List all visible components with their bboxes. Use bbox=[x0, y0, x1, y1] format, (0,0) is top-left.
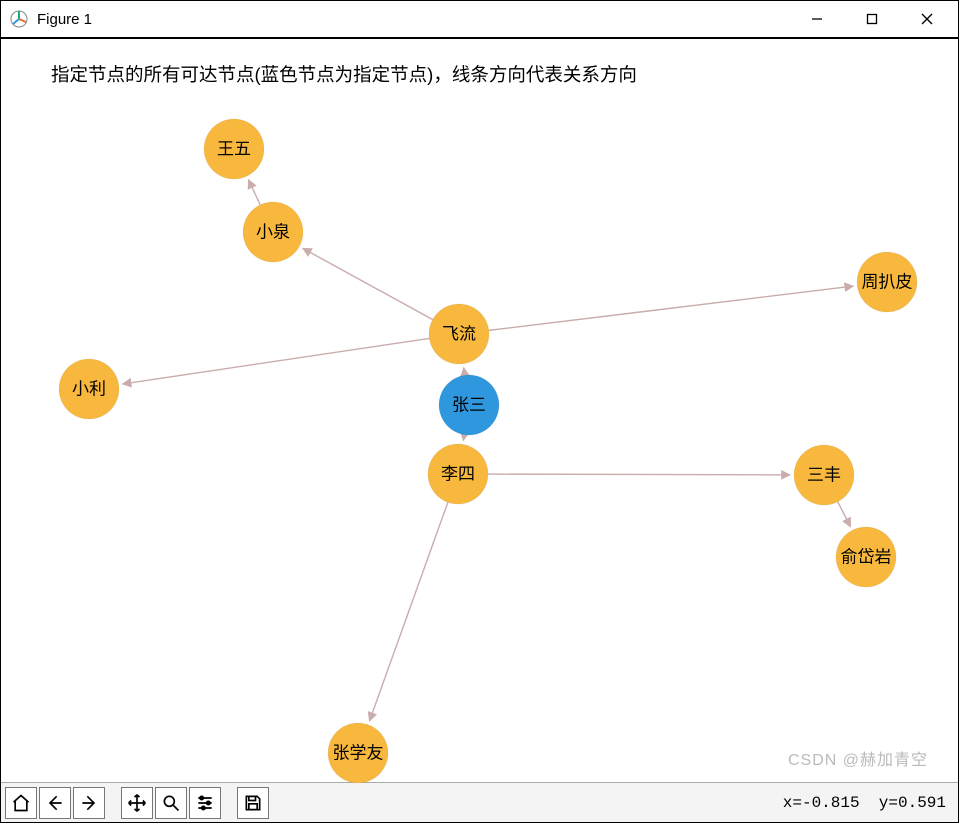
window-title: Figure 1 bbox=[37, 11, 92, 28]
network-graph: 张三 飞流李四 小泉 王五周扒皮小利三丰俞岱岩张学友 bbox=[1, 39, 958, 783]
forward-button[interactable] bbox=[73, 787, 105, 819]
pan-button[interactable] bbox=[121, 787, 153, 819]
graph-edge bbox=[838, 502, 851, 527]
graph-edge bbox=[248, 180, 260, 205]
graph-node-label: 张三 bbox=[452, 396, 486, 415]
graph-node-label: 俞岱岩 bbox=[841, 548, 892, 567]
graph-edge bbox=[464, 368, 465, 376]
graph-edge bbox=[463, 435, 464, 441]
close-button[interactable] bbox=[899, 1, 954, 37]
back-button[interactable] bbox=[39, 787, 71, 819]
graph-edge bbox=[488, 474, 790, 475]
maximize-button[interactable] bbox=[844, 1, 899, 37]
graph-edge bbox=[369, 502, 447, 721]
figure-canvas[interactable]: 指定节点的所有可达节点(蓝色节点为指定节点)，线条方向代表关系方向 张三飞流李四… bbox=[1, 39, 958, 782]
graph-node-label: 小利 bbox=[72, 380, 106, 399]
graph-edge bbox=[123, 338, 430, 384]
figure-window: Figure 1 指定节点的所有可达节点(蓝色节点为指定节点)，线条方向代表关系… bbox=[0, 0, 959, 823]
zoom-button[interactable] bbox=[155, 787, 187, 819]
home-button[interactable] bbox=[5, 787, 37, 819]
graph-node-label: 周扒皮 bbox=[862, 273, 913, 292]
graph-node-label: 三丰 bbox=[807, 466, 841, 485]
graph-node-label: 张学友 bbox=[333, 744, 384, 763]
configure-button[interactable] bbox=[189, 787, 221, 819]
graph-edge bbox=[489, 286, 853, 330]
save-button[interactable] bbox=[237, 787, 269, 819]
matplotlib-icon bbox=[9, 9, 29, 29]
minimize-button[interactable] bbox=[789, 1, 844, 37]
graph-node-label: 李四 bbox=[441, 465, 475, 484]
toolbar: x=-0.815 y=0.591 bbox=[1, 782, 958, 822]
graph-node-label: 小泉 bbox=[256, 223, 290, 242]
graph-node-label: 王五 bbox=[217, 140, 251, 159]
graph-node-label: 飞流 bbox=[442, 325, 476, 344]
cursor-coordinates: x=-0.815 y=0.591 bbox=[783, 794, 954, 812]
graph-edge bbox=[303, 248, 433, 319]
titlebar: Figure 1 bbox=[1, 1, 958, 39]
